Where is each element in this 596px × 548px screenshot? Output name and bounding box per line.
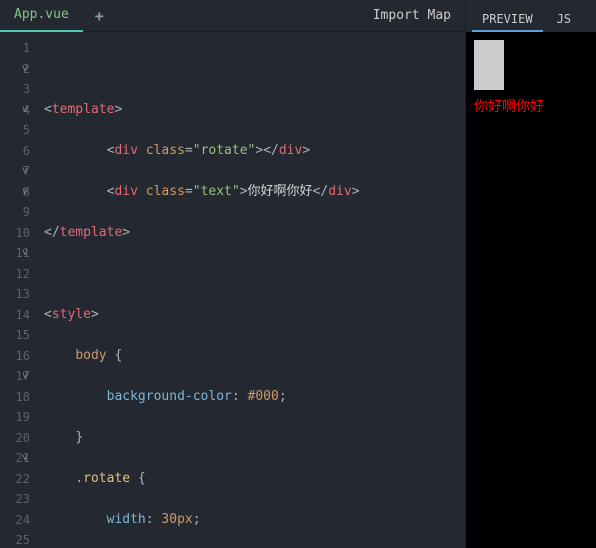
code-line: background-color: #000; <box>44 387 465 408</box>
code-line: .rotate { <box>44 469 465 490</box>
line-number: 23 <box>0 489 38 510</box>
import-map-button[interactable]: Import Map <box>359 8 465 23</box>
fold-icon[interactable]: v <box>22 366 28 387</box>
tab-js[interactable]: JS <box>547 6 581 32</box>
line-number: 12 <box>0 264 38 285</box>
preview-rotate-box <box>474 40 504 90</box>
preview-tabs: PREVIEW JS <box>466 0 596 32</box>
line-number: 19 <box>0 407 38 428</box>
line-number: 18 <box>0 387 38 408</box>
fold-icon[interactable]: v <box>22 448 28 469</box>
line-number: 3 <box>0 79 38 100</box>
line-number: 10 <box>0 223 38 244</box>
fold-icon[interactable]: v <box>22 243 28 264</box>
preview-body: 你好啊你好 <box>466 32 596 548</box>
line-number: 24 <box>0 510 38 531</box>
line-number: 9 <box>0 202 38 223</box>
code-line: } <box>44 428 465 449</box>
line-number: 13 <box>0 284 38 305</box>
line-number: 17v <box>0 366 38 387</box>
code-line: <template> <box>44 100 465 121</box>
tab-preview[interactable]: PREVIEW <box>472 6 543 32</box>
code-line: width: 30px; <box>44 510 465 531</box>
line-number: 14 <box>0 305 38 326</box>
line-number: 11v <box>0 243 38 264</box>
editor-pane: App.vue + Import Map 12v34v567v8v91011v1… <box>0 0 465 548</box>
fold-icon[interactable]: v <box>22 161 28 182</box>
line-number: 7v <box>0 161 38 182</box>
tab-app-vue[interactable]: App.vue <box>0 0 83 32</box>
line-number: 21v <box>0 448 38 469</box>
line-number: 20 <box>0 428 38 449</box>
line-number: 8v <box>0 182 38 203</box>
line-number: 2v <box>0 59 38 80</box>
editor-tabs: App.vue + Import Map <box>0 0 465 32</box>
code-line <box>44 264 465 285</box>
line-number: 16 <box>0 346 38 367</box>
line-number: 22 <box>0 469 38 490</box>
line-number: 15 <box>0 325 38 346</box>
code-line: <div class="text">你好啊你好</div> <box>44 182 465 203</box>
code-editor[interactable]: <template> <div class="rotate"></div> <d… <box>38 32 465 548</box>
line-number: 5 <box>0 120 38 141</box>
code-line: <style> <box>44 305 465 326</box>
code-line: </template> <box>44 223 465 244</box>
code-area: 12v34v567v8v91011v121314151617v18192021v… <box>0 32 465 548</box>
preview-text: 你好啊你好 <box>474 96 588 116</box>
code-line <box>44 59 465 80</box>
line-number: 6 <box>0 141 38 162</box>
line-gutter: 12v34v567v8v91011v121314151617v18192021v… <box>0 32 38 548</box>
code-line: <div class="rotate"></div> <box>44 141 465 162</box>
tab-add-button[interactable]: + <box>83 7 116 25</box>
line-number: 1 <box>0 38 38 59</box>
fold-icon[interactable]: v <box>22 182 28 203</box>
fold-icon[interactable]: v <box>22 100 28 121</box>
fold-icon[interactable]: v <box>22 59 28 80</box>
line-number: 25 <box>0 530 38 548</box>
preview-pane: PREVIEW JS 你好啊你好 <box>465 0 596 548</box>
code-line: body { <box>44 346 465 367</box>
line-number: 4v <box>0 100 38 121</box>
